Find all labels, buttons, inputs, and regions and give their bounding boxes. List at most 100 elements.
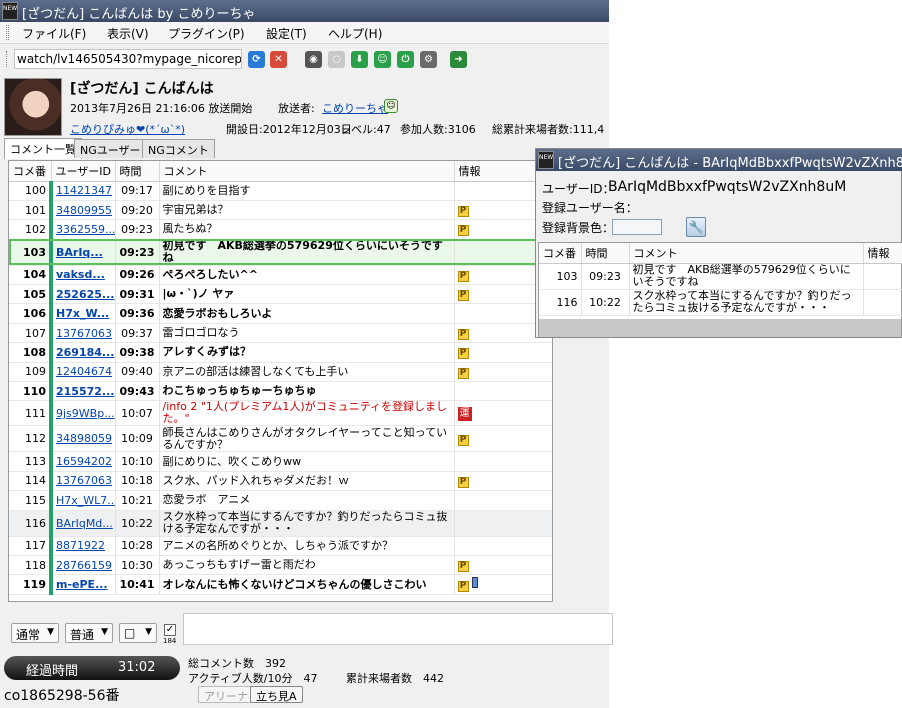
table-row[interactable]: 107 13767063 09:37 雷ゴロゴロなう P [9,323,552,344]
command-select[interactable]: 通常 ▼ [11,623,59,643]
size-select[interactable]: 普通 ▼ [65,623,113,643]
gear-icon[interactable]: ⚙ [420,51,437,68]
user-id-link[interactable]: 11421347 [49,181,116,201]
user-id-link[interactable]: m-ePE... [49,574,116,595]
menu-view[interactable]: 表示(V) [107,25,149,42]
comment-number: 113 [9,451,52,472]
menu-plugin[interactable]: プラグイン(P) [168,25,245,42]
caster-link[interactable]: こめりーちゃ [322,100,388,116]
background-color-swatch[interactable] [612,219,662,235]
table-row[interactable]: 105 252625... 09:31 |ω・`)ノ ヤァ P [9,284,552,305]
camera-icon[interactable]: ◉ [305,51,322,68]
user-id-link[interactable]: 28766159 [49,555,116,576]
table-row[interactable]: 113 16594202 10:10 副にめりに、吹くこめりww [9,451,552,472]
table-row[interactable]: 102 3362559... 09:23 風たちぬ？ P [9,219,552,240]
col-header-time[interactable]: 時間 [581,243,630,264]
user-id-link[interactable]: 13767063 [49,471,116,492]
reload-icon[interactable]: ⟳ [248,51,265,68]
col-header-user-id[interactable]: ユーザーID [51,161,116,182]
menu-grip[interactable] [6,25,9,40]
user-id-link[interactable]: 215572... [49,381,116,402]
comment-input-area: 通常 ▼ 普通 ▼ □ ▼ ✓ 184 [8,613,613,647]
title-bar[interactable]: NEW [ざつだん] こんばんは by こめりーちゃ [0,0,609,22]
menu-file[interactable]: ファイル(F) [22,25,86,42]
table-row[interactable]: 111 9js9WBp... 10:07/info 2 "1人(プレミアム1人)がコ… [9,400,552,427]
on-icon[interactable]: ⏻ [397,51,414,68]
user-id-link[interactable]: BArIqMd... [49,510,116,537]
table-row[interactable]: 110 215572... 09:43 わこちゅっちゅちゅーちゅちゅ [9,381,552,402]
stop-icon[interactable]: ✕ [270,51,287,68]
color-select-value: □ [124,626,136,640]
exit-icon[interactable]: ➜ [450,51,467,68]
chevron-down-icon: ▼ [101,627,108,637]
table-row[interactable]: 101 34809955 09:20 宇宙兄弟は？ P [9,200,552,221]
col-header-comment[interactable]: コメント [629,243,864,264]
tab-ng-comments[interactable]: NGコメント [142,139,215,158]
user-id-link[interactable]: 252625... [49,284,116,305]
community-seat-id: co1865298-56番 [4,688,120,704]
user-id-link[interactable]: 269184... [49,342,116,363]
table-row[interactable]: 109 12404674 09:40 京アニの部活は練習しなくても上手い P [9,362,552,383]
arena-button[interactable]: アリーナ [198,686,254,703]
comment-number: 116 [539,289,582,316]
tab-ng-users[interactable]: NGユーザー [74,139,147,158]
user-id-link[interactable]: BArIq... [49,239,116,266]
command-select-value: 通常 [16,628,41,642]
user-id-link[interactable]: H7x_W... [49,303,116,324]
comment-time: 09:26 [115,265,160,286]
user-id-link[interactable]: 8871922 [49,536,116,556]
table-row[interactable]: 119 m-ePE... 10:41 オレなんにも怖くないけどコメちゃんの優しさこわい… [9,574,552,595]
col-header-number[interactable]: コメ番 [9,161,52,182]
elapsed-label: 経過時間 [26,664,79,679]
down-icon[interactable]: ⬇ [351,51,368,68]
avatar[interactable] [4,78,62,136]
tab-comment-list[interactable]: コメント一覧 [4,138,82,159]
wrench-icon[interactable]: 🔧 [686,217,706,237]
user-comment-table[interactable]: コメ番 時間 コメント 情報 103 09:23 初見です AKB総選挙の57962… [538,242,902,337]
comment-info: P [454,555,552,576]
comment-input[interactable] [183,613,613,645]
table-row[interactable]: 117 8871922 10:28 アニメの名所めぐりとか、しちゃう派ですか？ [9,536,552,556]
user-id-link[interactable]: vaksd... [49,265,116,286]
user-window-title-bar[interactable]: NEW [ざつだん] こんばんは - BArIqMdBbxxfPwqtsW2vZ… [536,149,902,171]
user-id-link[interactable]: 34898059 [49,425,116,453]
standing-a-button[interactable]: 立ち見A [250,686,303,703]
table-row[interactable]: 114 13767063 10:18 スク水、パッド入れちゃダメだお！ｗ P [9,471,552,492]
menu-help[interactable]: ヘルプ(H) [328,25,382,42]
col-header-time[interactable]: 時間 [115,161,160,182]
color-select[interactable]: □ ▼ [119,623,157,643]
col-header-info[interactable]: 情報 [863,243,902,264]
user-id-link[interactable]: 3362559... [49,219,116,240]
user-id-link[interactable]: 12404674 [49,362,116,383]
table-row[interactable]: 106 H7x_W... 09:36 恋愛ラボおもしろいよ [9,303,552,324]
comment-text: /info 2 "1人(プレミアム1人)がコミュニティを登録しました。" [159,400,455,427]
user-id-link[interactable]: 9js9WBp... [49,400,116,427]
user-id-link[interactable]: 16594202 [49,451,116,472]
url-input[interactable]: watch/lv146505430?mypage_nicorepo [14,49,242,69]
disabled-icon[interactable]: ○ [328,51,345,68]
comment-time: 10:28 [115,536,160,556]
table-row[interactable]: 104 vaksd... 09:26 ぺろぺろしたい^^ P [9,265,552,286]
table-row[interactable]: 112 34898059 10:09 師長さんはこめりさんがオタクレイヤーってこと知っ… [9,425,552,453]
table-row[interactable]: 100 11421347 09:17 副にめりを目指す [9,181,552,201]
user-id-link[interactable]: 13767063 [49,323,116,344]
table-row[interactable]: 103 BArIq... 09:23 初見です AKB総選挙の579629位くらいにい… [9,239,552,266]
table-row[interactable]: 115 H7x_WL7... 10:21 恋愛ラボ アニメ [9,490,552,511]
col-header-number[interactable]: コメ番 [539,243,582,264]
menu-settings[interactable]: 設定(T) [266,25,307,42]
table-row[interactable]: 116 10:22 スク水枠って本当にするんですか？釣りだったらコミュ抜ける予定なん… [539,289,902,316]
comment-time: 10:10 [115,451,160,472]
table-row[interactable]: 116 BArIqMd... 10:22 スク水枠って本当にするんですか？釣りだったら… [9,510,552,537]
comment-table[interactable]: コメ番 ユーザーID 時間 コメント 情報 100 11421347 09:17 副に… [8,160,553,602]
user-id-link[interactable]: 34809955 [49,200,116,221]
table-row[interactable]: 108 269184... 09:38 アレすくみずは？ P [9,342,552,363]
anonymous-checkbox[interactable]: ✓ [164,624,176,636]
table-row[interactable]: 103 09:23 初見です AKB総選挙の579629位くらいにいそうですね [539,263,902,290]
community-link[interactable]: こめりぴみゅ❤(*´ω`*) [70,121,185,137]
col-header-comment[interactable]: コメント [159,161,455,182]
user-icon[interactable]: ☺ [374,51,391,68]
table-row[interactable]: 118 28766159 10:30 あっこっちもすげー雷と雨だわ P [9,555,552,576]
toolbar-grip[interactable] [6,51,8,67]
user-id-link[interactable]: H7x_WL7... [49,490,116,511]
total-comment-count: 総コメント数 392 [188,657,286,670]
